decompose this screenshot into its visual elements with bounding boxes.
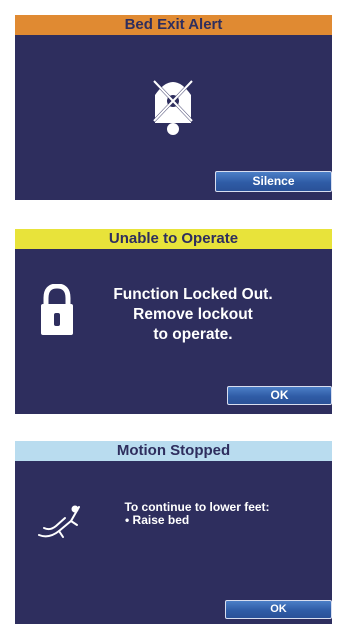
unable-to-operate-title: Unable to Operate [15, 229, 332, 249]
lockout-message: Function Locked Out. Remove lockout to o… [101, 285, 285, 345]
ok-button[interactable]: OK [225, 600, 332, 619]
unable-to-operate-dialog: Unable to Operate Function Locked Out. R… [15, 229, 332, 414]
motion-message-line-2: • Raise bed [125, 513, 190, 527]
lockout-message-line-3: to operate. [153, 326, 233, 343]
motion-message: To continue to lower feet: • Raise bed [111, 501, 283, 527]
silence-button[interactable]: Silence [215, 171, 332, 192]
patient-recline-icon [38, 505, 80, 538]
ok-button[interactable]: OK [227, 386, 332, 405]
motion-stopped-dialog: Motion Stopped To continue to lower feet… [15, 441, 332, 624]
lock-icon [41, 284, 73, 335]
bed-exit-alarm-icon [152, 79, 194, 135]
motion-stopped-title: Motion Stopped [15, 441, 332, 461]
bed-exit-alert-title: Bed Exit Alert [15, 15, 332, 35]
bed-exit-alert-dialog: Bed Exit Alert Silence [15, 15, 332, 200]
lockout-message-line-2: Remove lockout [133, 306, 253, 323]
lockout-message-line-1: Function Locked Out. [113, 286, 273, 303]
